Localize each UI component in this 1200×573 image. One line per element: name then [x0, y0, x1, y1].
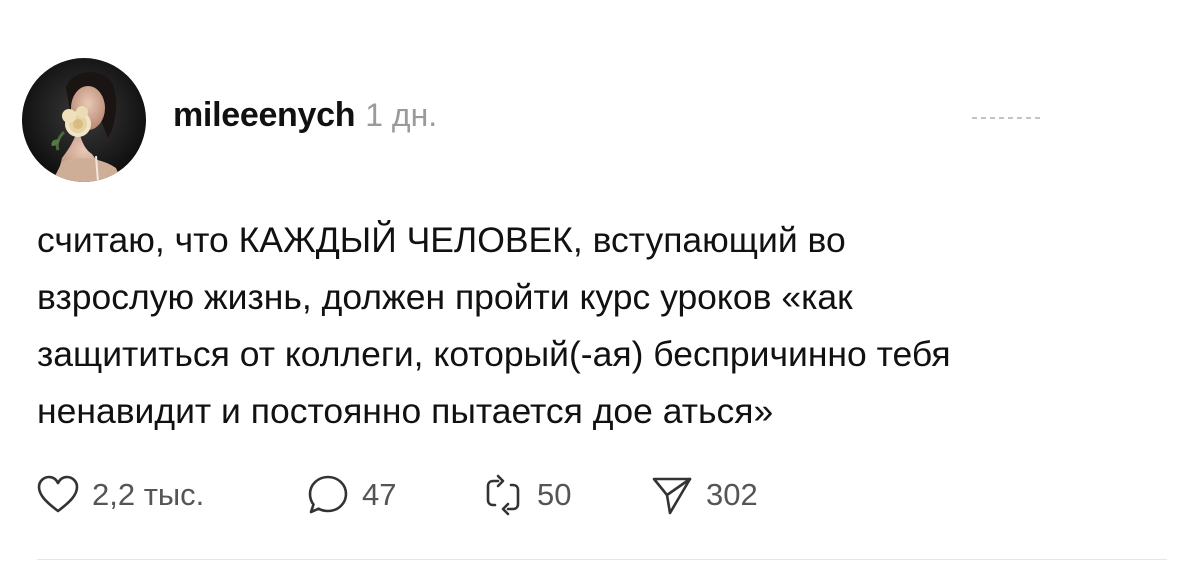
- profile-photo-avatar: [22, 58, 146, 182]
- share-count: 302: [706, 477, 758, 512]
- post-actions: 2,2 тыс. 47 50 302: [36, 470, 836, 520]
- reply-button[interactable]: 47: [306, 470, 396, 520]
- heart-icon: [37, 475, 79, 513]
- reply-count: 47: [362, 477, 397, 512]
- timestamp: 1 дн.: [365, 97, 438, 133]
- avatar[interactable]: [22, 58, 146, 182]
- comment-bubble-icon: [308, 475, 348, 514]
- divider: [37, 559, 1167, 560]
- more-options-icon[interactable]: [972, 113, 1040, 123]
- like-count: 2,2 тыс.: [92, 477, 205, 512]
- like-button[interactable]: 2,2 тыс.: [36, 470, 204, 520]
- share-button[interactable]: 302: [650, 470, 758, 520]
- send-icon: [652, 477, 692, 515]
- repost-button[interactable]: 50: [481, 470, 571, 520]
- repost-count: 50: [537, 477, 572, 512]
- thread-post: mileeenych 1 дн. считаю, что КАЖДЫЙ ЧЕЛО…: [0, 0, 1200, 573]
- post-header: mileeenych 1 дн.: [173, 96, 437, 140]
- post-text: считаю, что КАЖДЫЙ ЧЕЛОВЕК, вступающий в…: [37, 220, 951, 431]
- repost-icon: [486, 474, 520, 516]
- username[interactable]: mileeenych: [173, 96, 356, 135]
